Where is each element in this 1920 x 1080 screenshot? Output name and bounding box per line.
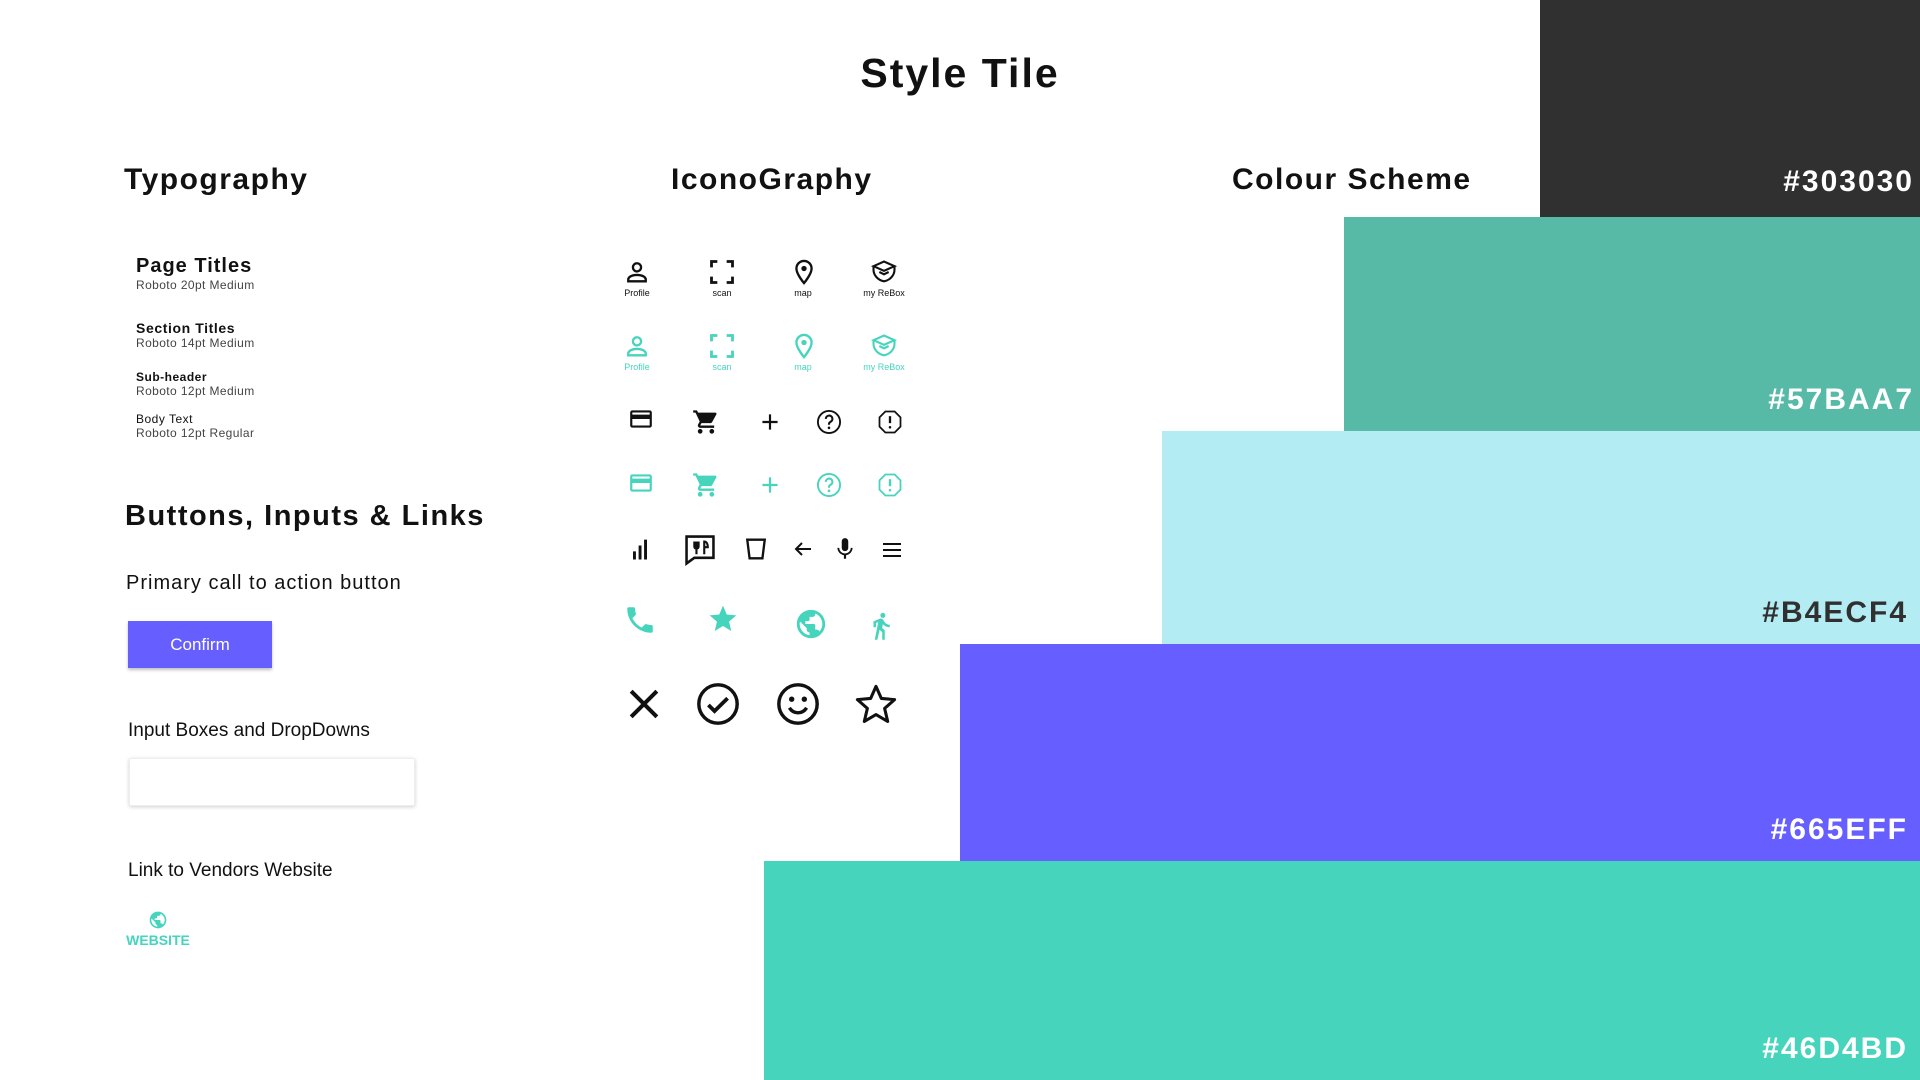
map-pin-icon xyxy=(790,257,818,287)
scan-icon xyxy=(707,258,737,286)
nav-label-profile: Profile xyxy=(624,288,650,298)
nav-label-map: map xyxy=(794,288,812,298)
phone-icon xyxy=(623,603,657,637)
cup-icon xyxy=(742,535,770,563)
sample-name: Sub-header xyxy=(136,370,208,384)
cart-icon xyxy=(692,471,720,499)
box-icon xyxy=(870,258,898,286)
sample-name: Page Titles xyxy=(136,255,253,277)
swatch-303030: #303030 xyxy=(1540,0,1920,217)
typography-sample-section-titles: Section Titles Roboto 14pt Medium xyxy=(136,320,255,350)
sample-spec: Roboto 20pt Medium xyxy=(136,278,255,292)
globe-icon xyxy=(794,607,828,641)
check-circle-icon xyxy=(695,681,741,727)
typography-heading: Typography xyxy=(124,163,309,196)
help-icon xyxy=(815,471,843,499)
credit-card-icon xyxy=(628,470,654,496)
star-filled-icon xyxy=(707,603,739,635)
nav-label-profile-active: Profile xyxy=(624,362,650,372)
vendor-website-link[interactable]: WEBSITE xyxy=(120,910,196,948)
sample-name: Body Text xyxy=(136,412,193,426)
plus-icon xyxy=(757,472,783,498)
nav-label-scan-active: scan xyxy=(712,362,732,372)
swatch-label: #665EFF xyxy=(1770,813,1908,846)
bar-chart-icon xyxy=(626,534,654,564)
swatch-label: #B4ECF4 xyxy=(1762,596,1908,629)
nav-label-my-rebox-active: my ReBox xyxy=(863,362,905,372)
plus-icon xyxy=(757,409,783,435)
sample-spec: Roboto 12pt Medium xyxy=(136,384,255,398)
input-label: Input Boxes and DropDowns xyxy=(128,720,370,741)
help-icon xyxy=(815,408,843,436)
sample-spec: Roboto 12pt Regular xyxy=(136,426,255,440)
typography-sample-sub-header: Sub-header Roboto 12pt Medium xyxy=(136,370,255,398)
scan-icon xyxy=(707,332,737,360)
mic-icon xyxy=(832,535,858,563)
swatch-46d4bd: #46D4BD xyxy=(764,861,1920,1080)
sample-input-box[interactable] xyxy=(129,758,415,806)
swatch-665eff: #665EFF xyxy=(960,644,1920,861)
star-outline-icon xyxy=(853,681,899,727)
alert-icon xyxy=(876,471,904,499)
primary-cta-label: Primary call to action button xyxy=(126,572,402,594)
nav-label-my-rebox: my ReBox xyxy=(863,288,905,298)
menu-icon xyxy=(879,538,905,562)
smiley-icon xyxy=(775,681,821,727)
box-icon xyxy=(870,332,898,360)
typography-sample-page-titles: Page Titles Roboto 20pt Medium xyxy=(136,255,255,292)
globe-icon xyxy=(149,911,167,929)
nav-label-map-active: map xyxy=(794,362,812,372)
arrow-left-icon xyxy=(791,537,815,561)
person-icon xyxy=(623,332,651,360)
sample-spec: Roboto 14pt Medium xyxy=(136,336,255,350)
confirm-button[interactable]: Confirm xyxy=(128,621,272,668)
map-pin-icon xyxy=(790,331,818,361)
link-label: Link to Vendors Website xyxy=(128,860,333,881)
iconography-heading: IconoGraphy xyxy=(671,163,873,196)
restaurant-menu-icon xyxy=(683,533,717,567)
credit-card-icon xyxy=(628,406,654,432)
website-link-label: WEBSITE xyxy=(126,932,190,948)
buttons-heading: Buttons, Inputs & Links xyxy=(125,500,485,532)
person-icon xyxy=(623,258,651,286)
alert-icon xyxy=(876,408,904,436)
colour-scheme-heading: Colour Scheme xyxy=(1232,163,1472,196)
close-icon xyxy=(622,682,666,726)
swatch-b4ecf4: #B4ECF4 xyxy=(1162,431,1920,644)
swatch-label: #57BAA7 xyxy=(1768,383,1914,416)
swatch-57baa7: #57BAA7 xyxy=(1344,217,1920,431)
walk-icon xyxy=(866,609,896,643)
nav-label-scan: scan xyxy=(712,288,732,298)
swatch-label: #303030 xyxy=(1783,165,1914,198)
sample-name: Section Titles xyxy=(136,320,236,336)
cart-icon xyxy=(692,408,720,436)
swatch-label: #46D4BD xyxy=(1762,1032,1908,1065)
typography-sample-body-text: Body Text Roboto 12pt Regular xyxy=(136,412,254,440)
